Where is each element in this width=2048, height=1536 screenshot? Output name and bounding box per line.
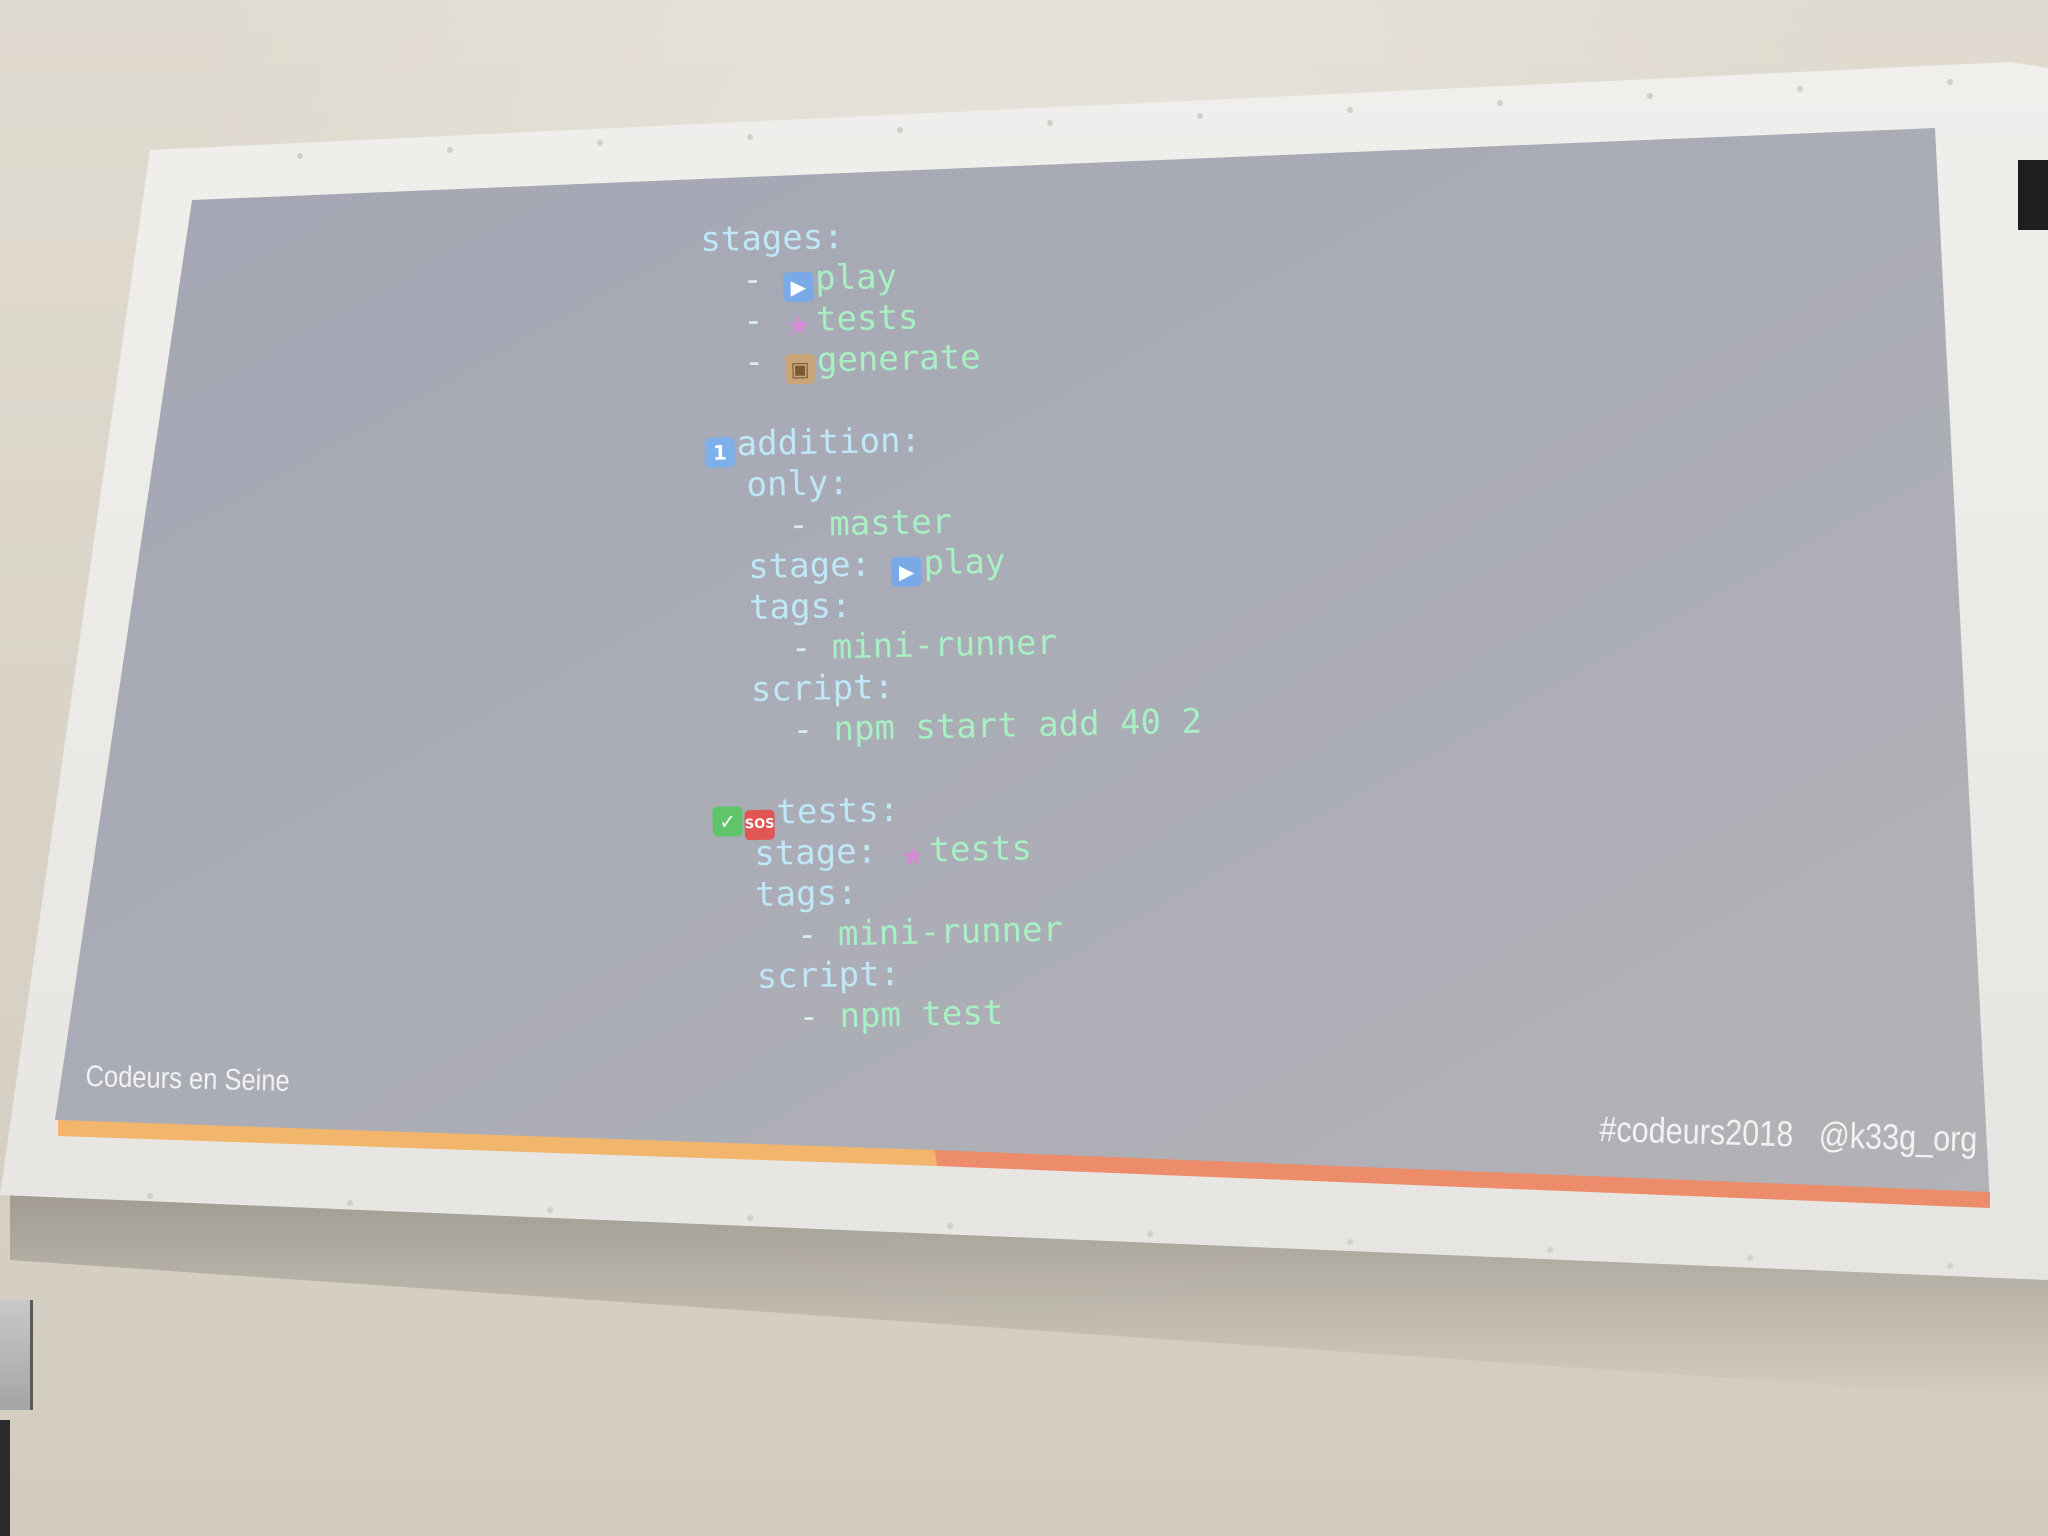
yaml-key: stage: (753, 831, 898, 874)
list-dash: - (796, 914, 839, 956)
yaml-key: stage: (747, 544, 892, 588)
yaml-key: addition: (736, 420, 922, 465)
footer-hashtag: #codeurs2018 (1598, 1108, 1794, 1155)
yaml-code-block: stages: - ▶ play - ★ tests - ▣ generate 1 add… (700, 210, 1208, 1040)
list-dash: - (798, 996, 840, 1038)
yaml-value: mini-runner (831, 622, 1058, 668)
yaml-key: tags: (754, 872, 858, 915)
play-button-icon: ▶ (891, 556, 922, 588)
yaml-key: tests: (776, 789, 900, 833)
package-icon: ▣ (784, 353, 816, 385)
yaml-value: tests (929, 828, 1033, 871)
list-dash: - (742, 300, 785, 342)
unicorn-icon: ★ (786, 308, 813, 343)
yaml-key: script: (756, 953, 901, 997)
footer-event-name: Codeurs en Seine (85, 1060, 291, 1098)
list-dash: - (741, 259, 784, 301)
check-mark-icon: ✓ (712, 806, 743, 837)
yaml-key: stages: (700, 216, 845, 260)
keycap-one-icon: 1 (704, 437, 736, 468)
wall-bracket (2018, 160, 2048, 230)
yaml-value: master (828, 501, 953, 545)
unicorn-icon: ★ (899, 839, 926, 873)
yaml-value: tests (815, 297, 919, 340)
yaml-value: play (814, 256, 898, 299)
list-dash: - (790, 627, 833, 669)
yaml-value: play (923, 541, 1006, 584)
play-button-icon: ▶ (783, 271, 814, 303)
yaml-key: script: (750, 667, 895, 711)
door-edge (0, 1420, 10, 1536)
yaml-value: npm start add 40 2 (833, 701, 1203, 750)
list-dash: - (743, 341, 786, 383)
yaml-key: only: (746, 462, 850, 506)
footer-handle: @k33g_org (1818, 1114, 1978, 1160)
list-dash: - (792, 709, 834, 751)
yaml-key: tags: (748, 585, 852, 629)
yaml-value: mini-runner (837, 909, 1064, 955)
yaml-value: npm test (839, 992, 1004, 1037)
yaml-value: generate (816, 337, 982, 381)
list-dash: - (787, 504, 830, 546)
wall-outlet (0, 1300, 33, 1410)
